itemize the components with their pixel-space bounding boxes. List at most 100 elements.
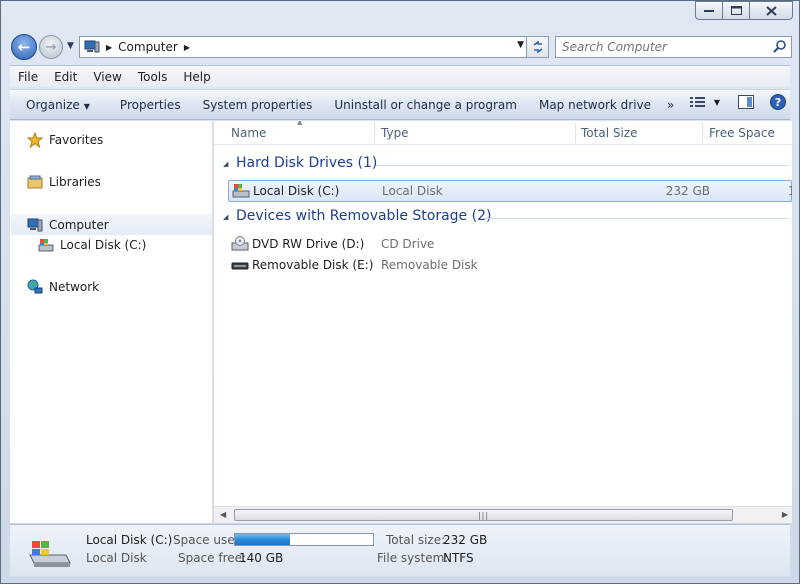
preview-pane-button[interactable] bbox=[738, 95, 754, 109]
preview-pane-icon bbox=[738, 95, 754, 109]
column-divider[interactable] bbox=[575, 123, 576, 143]
search-icon[interactable] bbox=[773, 39, 787, 53]
view-controls: ▼ ? bbox=[680, 94, 786, 110]
maximize-button[interactable] bbox=[722, 1, 750, 20]
close-icon bbox=[765, 5, 777, 16]
column-free-space[interactable]: Free Space bbox=[709, 126, 775, 140]
refresh-button[interactable] bbox=[526, 37, 548, 57]
sort-ascending-icon: ▲ bbox=[297, 121, 303, 126]
view-dropdown-icon[interactable]: ▼ bbox=[714, 98, 720, 107]
menu-bar: File Edit View Tools Help bbox=[10, 65, 790, 87]
group-hard-disk-drives[interactable]: ◢ Hard Disk Drives (1) bbox=[214, 154, 792, 176]
organize-button[interactable]: Organize ▼ bbox=[18, 98, 98, 112]
column-header: ▲ Name Type Total Size Free Space bbox=[214, 121, 792, 145]
help-icon: ? bbox=[770, 94, 786, 110]
network-icon bbox=[27, 279, 43, 294]
menu-file[interactable]: File bbox=[10, 70, 46, 84]
address-bar[interactable]: ▶ Computer ▶ ▼ bbox=[79, 36, 549, 58]
drive-row-dvd-rw-d[interactable]: DVD RW Drive (D:) CD Drive bbox=[228, 233, 792, 255]
minimize-icon bbox=[704, 9, 714, 12]
scroll-right-icon[interactable]: ▶ bbox=[782, 510, 788, 519]
address-dropdown-icon[interactable]: ▼ bbox=[517, 40, 524, 50]
help-button[interactable]: ? bbox=[770, 94, 786, 110]
drive-name: DVD RW Drive (D:) bbox=[252, 237, 365, 251]
map-network-drive-button[interactable]: Map network drive bbox=[531, 98, 659, 112]
sidebar-item-libraries[interactable]: Libraries bbox=[27, 174, 101, 190]
details-type: Local Disk bbox=[86, 551, 147, 565]
column-name[interactable]: Name bbox=[231, 126, 266, 140]
sidebar-label-network: Network bbox=[49, 280, 100, 294]
caption-buttons bbox=[695, 1, 793, 20]
system-properties-button[interactable]: System properties bbox=[195, 98, 321, 112]
computer-icon bbox=[84, 40, 100, 53]
drive-name: Removable Disk (E:) bbox=[252, 258, 374, 272]
forward-arrow-icon: → bbox=[45, 39, 57, 55]
drive-row-local-disk-c[interactable]: Local Disk (C:) Local Disk 232 GB 1 bbox=[228, 180, 792, 202]
group-collapse-icon[interactable]: ◢ bbox=[223, 160, 228, 168]
drive-type: Local Disk bbox=[382, 184, 443, 198]
navigation-pane: Favorites Libraries Computer Local Disk … bbox=[10, 121, 213, 523]
dvd-drive-icon bbox=[231, 236, 249, 251]
group-removable-storage[interactable]: ◢ Devices with Removable Storage (2) bbox=[214, 207, 792, 229]
breadcrumb-separator-icon[interactable]: ▶ bbox=[184, 43, 190, 52]
back-button[interactable]: ← bbox=[11, 34, 37, 60]
menu-view[interactable]: View bbox=[85, 70, 129, 84]
total-size-value: 232 GB bbox=[443, 533, 488, 547]
svg-text:?: ? bbox=[775, 96, 781, 109]
removable-disk-icon bbox=[231, 262, 249, 270]
column-type[interactable]: Type bbox=[381, 126, 409, 140]
recent-pages-dropdown[interactable]: ▼ bbox=[67, 41, 74, 51]
drive-name: Local Disk (C:) bbox=[253, 184, 340, 198]
drive-free-space: 1 bbox=[788, 184, 792, 198]
column-divider[interactable] bbox=[702, 123, 703, 143]
scroll-left-icon[interactable]: ◀ bbox=[220, 510, 226, 519]
sidebar-label-libraries: Libraries bbox=[49, 175, 101, 189]
change-view-button[interactable] bbox=[689, 96, 706, 108]
space-used-fill bbox=[235, 534, 291, 545]
sidebar-label-local-disk: Local Disk (C:) bbox=[60, 238, 147, 252]
menu-help[interactable]: Help bbox=[175, 70, 218, 84]
file-list: ▲ Name Type Total Size Free Space ◢ Hard… bbox=[214, 121, 792, 523]
group-collapse-icon[interactable]: ◢ bbox=[223, 213, 228, 221]
search-input[interactable] bbox=[562, 40, 772, 54]
space-free-value: 140 GB bbox=[239, 551, 284, 565]
close-button[interactable] bbox=[749, 1, 793, 20]
forward-button[interactable]: → bbox=[39, 35, 63, 59]
details-view-icon bbox=[689, 97, 705, 107]
drive-type: Removable Disk bbox=[381, 258, 478, 272]
menu-edit[interactable]: Edit bbox=[46, 70, 85, 84]
breadcrumb-computer[interactable]: Computer bbox=[118, 40, 178, 54]
file-system-label: File system: bbox=[377, 551, 449, 565]
hard-drive-icon bbox=[232, 184, 250, 198]
sidebar-item-computer[interactable]: Computer bbox=[11, 214, 212, 235]
breadcrumb-separator-icon[interactable]: ▶ bbox=[106, 43, 112, 52]
sidebar-item-favorites[interactable]: Favorites bbox=[27, 132, 103, 148]
minimize-button[interactable] bbox=[695, 1, 723, 20]
search-box[interactable] bbox=[555, 36, 792, 58]
explorer-window: ← → ▼ ▶ Computer ▶ ▼ File Edit bbox=[0, 0, 800, 584]
column-divider[interactable] bbox=[374, 123, 375, 143]
drive-type: CD Drive bbox=[381, 237, 435, 251]
hard-drive-icon bbox=[38, 239, 54, 252]
computer-icon bbox=[27, 218, 43, 231]
group-divider bbox=[376, 165, 788, 166]
uninstall-program-button[interactable]: Uninstall or change a program bbox=[326, 98, 525, 112]
column-total-size[interactable]: Total Size bbox=[581, 126, 637, 140]
drive-total-size: 232 GB bbox=[665, 184, 710, 198]
properties-button[interactable]: Properties bbox=[112, 98, 189, 112]
sidebar-item-local-disk[interactable]: Local Disk (C:) bbox=[38, 237, 146, 253]
scrollbar-thumb[interactable]: ||| bbox=[234, 509, 733, 521]
drive-row-removable-e[interactable]: Removable Disk (E:) Removable Disk bbox=[228, 254, 792, 276]
library-icon bbox=[27, 175, 43, 189]
navigation-bar: ← → ▼ ▶ Computer ▶ ▼ bbox=[9, 32, 792, 62]
details-pane: Local Disk (C:) Local Disk Space used: S… bbox=[10, 524, 790, 576]
chevron-down-icon: ▼ bbox=[83, 101, 90, 111]
sidebar-item-network[interactable]: Network bbox=[27, 279, 99, 295]
refresh-icon bbox=[533, 41, 542, 53]
horizontal-scrollbar[interactable]: ◀ ||| ▶ bbox=[214, 506, 792, 523]
organize-label: Organize bbox=[26, 97, 80, 112]
details-name: Local Disk (C:) bbox=[86, 533, 173, 547]
menu-tools[interactable]: Tools bbox=[130, 70, 176, 84]
space-used-bar bbox=[234, 533, 374, 546]
hard-drive-large-icon bbox=[29, 541, 71, 567]
